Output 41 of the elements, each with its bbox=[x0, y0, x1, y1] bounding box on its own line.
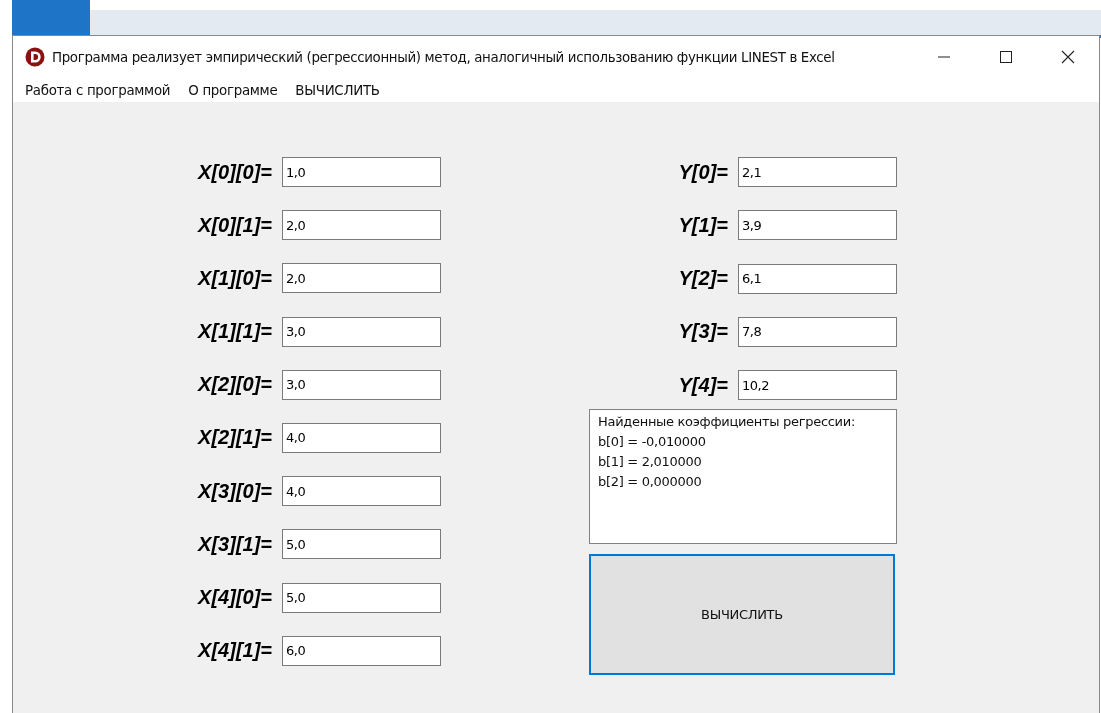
maximize-icon bbox=[999, 50, 1013, 64]
field-label: X[3][0]= bbox=[196, 479, 272, 503]
editor-tab[interactable] bbox=[12, 0, 90, 35]
field-label: X[1][1]= bbox=[196, 320, 272, 344]
menu-item[interactable]: Работа с программой bbox=[25, 82, 171, 98]
field-label: Y[1]= bbox=[677, 213, 728, 237]
field-label: X[2][1]= bbox=[196, 426, 272, 450]
minimize-icon bbox=[938, 56, 950, 58]
input-field[interactable]: 3,0 bbox=[282, 316, 441, 347]
field-label: X[3][1]= bbox=[196, 532, 272, 556]
input-field[interactable]: 3,0 bbox=[282, 369, 441, 400]
field-label: Y[3]= bbox=[677, 320, 728, 344]
input-field[interactable]: 5,0 bbox=[282, 582, 441, 613]
input-field[interactable]: 2,0 bbox=[282, 263, 441, 294]
field-label: Y[4]= bbox=[677, 373, 728, 397]
input-field[interactable]: 6,1 bbox=[738, 263, 897, 294]
input-field[interactable]: 3,9 bbox=[738, 210, 897, 241]
compute-button[interactable]: ВЫЧИСЛИТЬ bbox=[589, 554, 895, 676]
close-icon bbox=[1061, 50, 1075, 64]
input-field[interactable]: 6,0 bbox=[282, 635, 441, 666]
field-label: Y[2]= bbox=[677, 267, 728, 291]
field-label: Y[0]= bbox=[677, 160, 728, 184]
result-text-area[interactable]: Найденные коэффициенты регрессии: b[0] = -0,010000 b[1] = 2,010000 b[2] = 0,000000 bbox=[589, 409, 897, 545]
field-label: X[4][0]= bbox=[196, 586, 272, 609]
menu-item[interactable]: О программе bbox=[188, 82, 278, 98]
input-field[interactable]: 4,0 bbox=[282, 422, 441, 453]
field-label: X[0][1]= bbox=[196, 213, 272, 237]
input-field[interactable]: 7,8 bbox=[738, 316, 897, 347]
app-logo-icon bbox=[25, 47, 45, 67]
field-label: X[4][1]= bbox=[196, 639, 272, 663]
input-field[interactable]: 10,2 bbox=[738, 370, 897, 401]
input-field[interactable]: 2,0 bbox=[282, 210, 441, 241]
input-field[interactable]: 5,0 bbox=[282, 529, 441, 560]
input-field[interactable]: 2,1 bbox=[738, 157, 897, 187]
field-label: X[2][0]= bbox=[196, 373, 272, 397]
window-title: Программа реализует эмпирический (регрессионный) метод, аналогичный использованию функции LINEST в Excel bbox=[52, 49, 835, 65]
field-label: X[0][0]= bbox=[196, 160, 272, 184]
field-label: X[1][0]= bbox=[196, 266, 272, 290]
menu-item[interactable]: ВЫЧИСЛИТЬ bbox=[295, 82, 380, 98]
input-field[interactable]: 4,0 bbox=[282, 476, 441, 507]
input-field[interactable]: 1,0 bbox=[282, 157, 441, 187]
